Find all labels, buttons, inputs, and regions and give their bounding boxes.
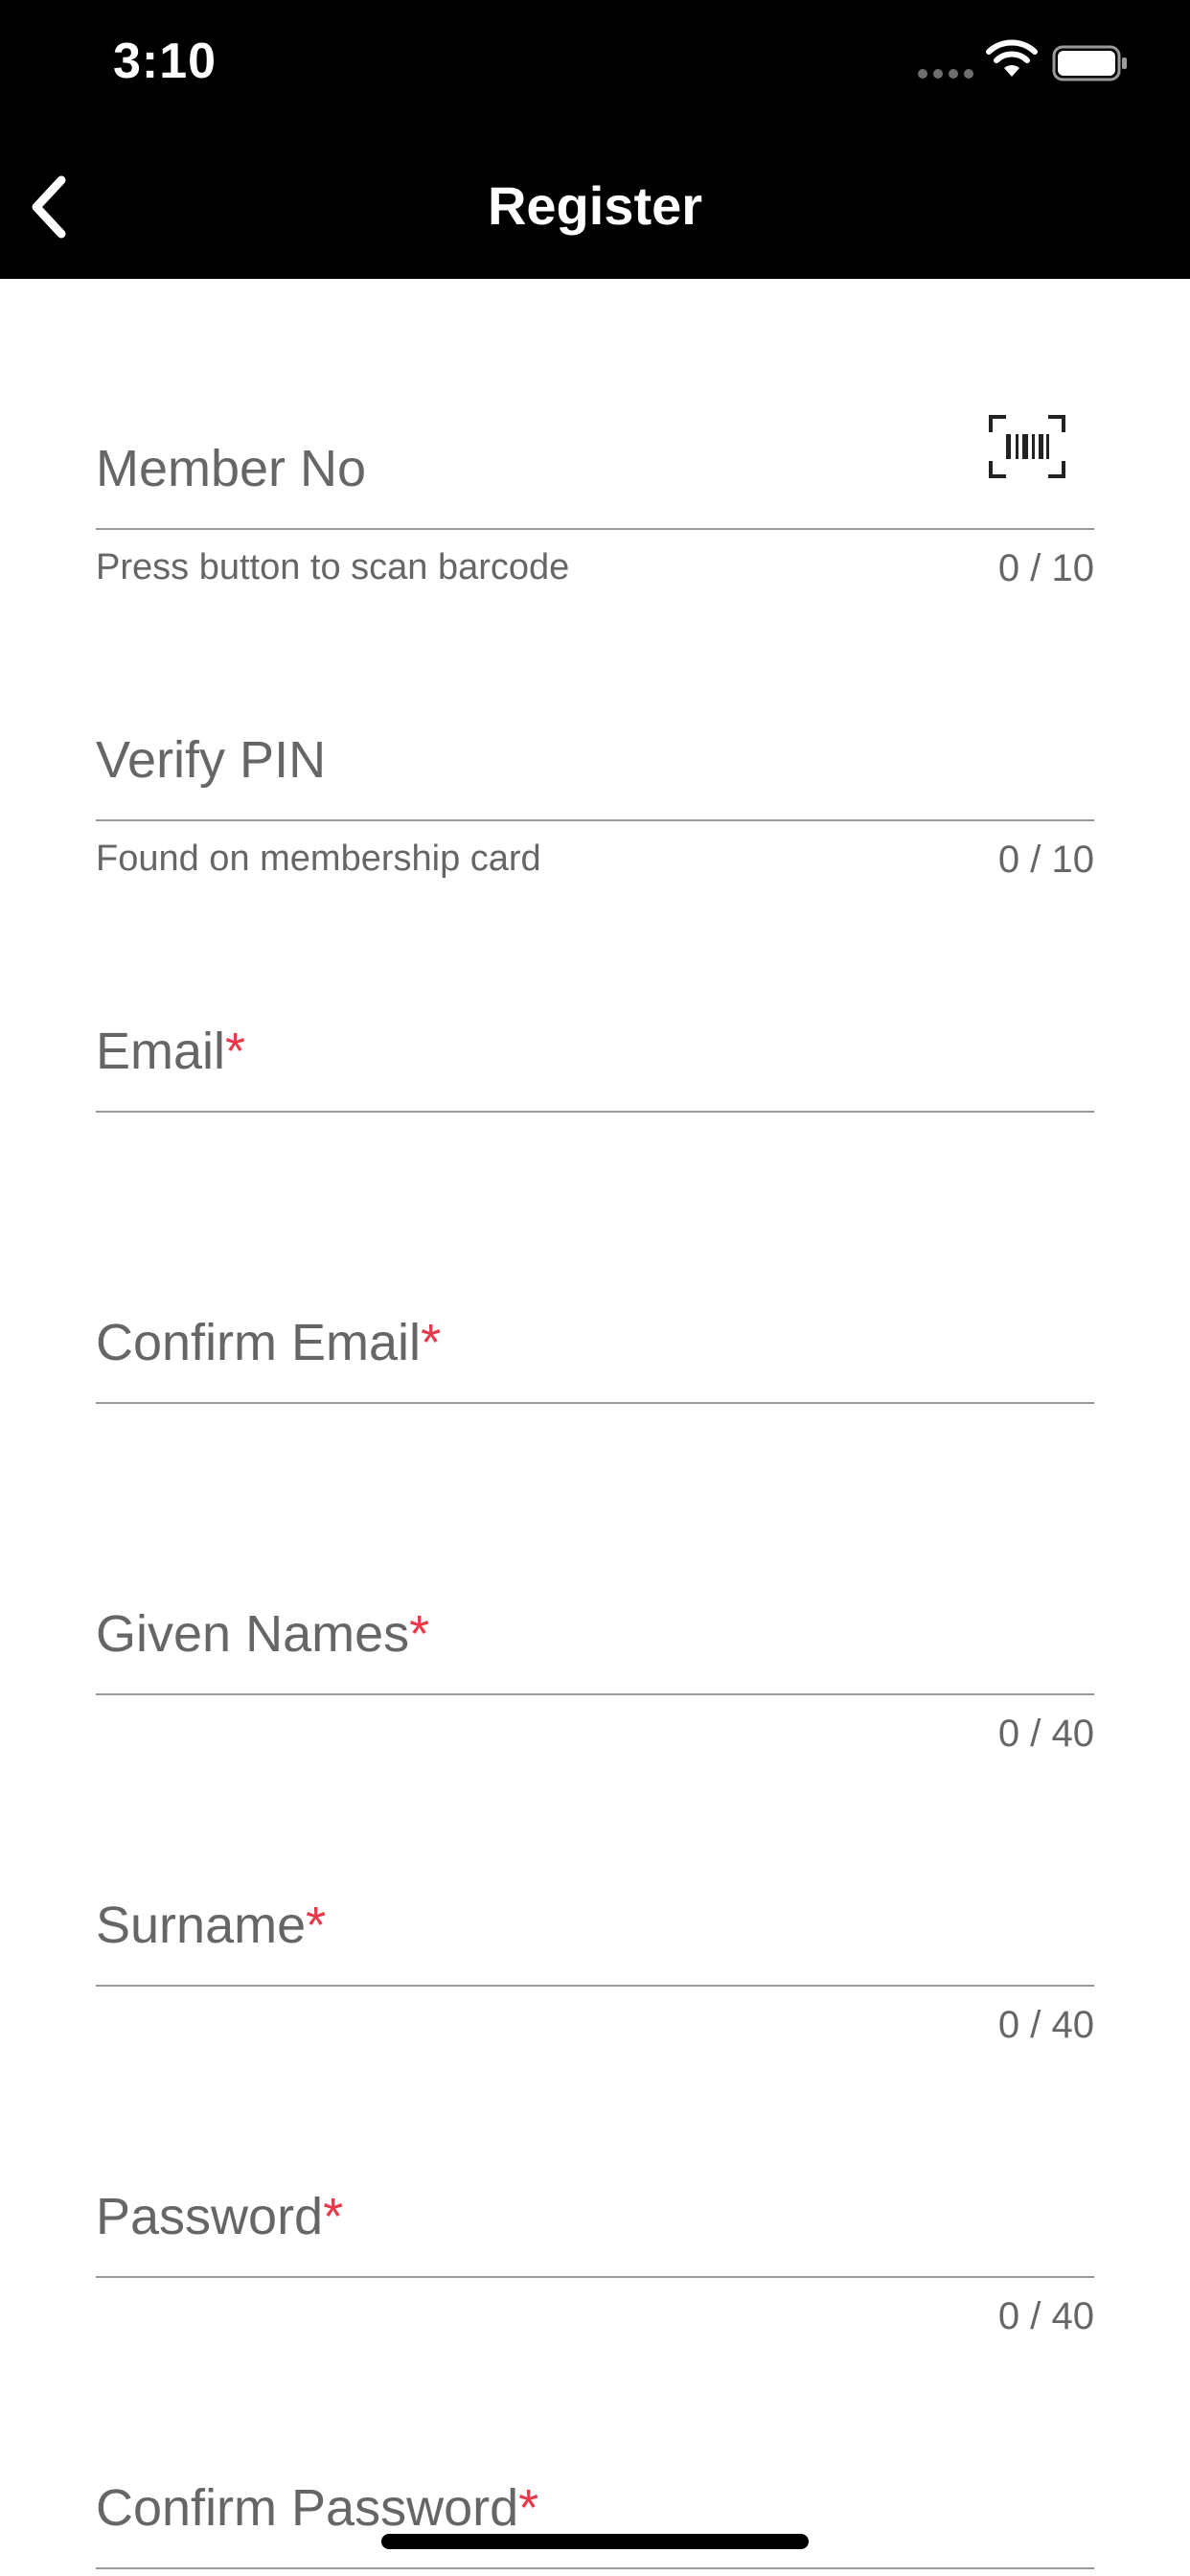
verify-pin-hint: Found on membership card [96, 839, 541, 879]
password-label-text: Password [96, 2188, 324, 2245]
password-label: Password* [96, 2186, 343, 2247]
surname-underline [96, 1985, 1094, 1987]
password-counter: 0 / 40 [997, 2295, 1094, 2337]
confirm-password-label: Confirm Password* [96, 2477, 538, 2539]
confirm-password-label-text: Confirm Password [96, 2479, 519, 2537]
required-mark: * [421, 1314, 442, 1371]
required-mark: * [409, 1605, 430, 1663]
surname-label: Surname* [96, 1895, 326, 1956]
member-no-label: Member No [96, 440, 367, 497]
member-no-underline [96, 528, 1094, 530]
confirm-email-label: Confirm Email* [96, 1312, 441, 1373]
confirm-password-underline [96, 2567, 1094, 2569]
verify-pin-counter: 0 / 10 [997, 839, 1094, 881]
barcode-scan-icon[interactable] [987, 413, 1067, 480]
navigation-bar: Register [0, 125, 1190, 279]
given-names-label: Given Names* [96, 1603, 429, 1665]
surname-counter: 0 / 40 [997, 2004, 1094, 2046]
verify-pin-underline [96, 819, 1094, 821]
required-mark: * [518, 2479, 539, 2537]
status-time: 3:10 [113, 34, 217, 89]
required-mark: * [306, 1897, 327, 1954]
home-indicator[interactable] [381, 2534, 809, 2549]
member-no-hint: Press button to scan barcode [96, 547, 570, 587]
cellular-signal-icon [918, 69, 973, 79]
verify-pin-label: Verify PIN [96, 731, 327, 789]
wifi-icon [986, 39, 1038, 77]
password-underline [96, 2276, 1094, 2278]
page-title: Register [487, 175, 703, 236]
surname-label-text: Surname [96, 1897, 307, 1954]
confirm-email-underline [96, 1402, 1094, 1404]
email-label: Email* [96, 1021, 245, 1082]
required-mark: * [225, 1023, 246, 1080]
status-bar: 3:10 [0, 0, 1190, 125]
email-label-text: Email [96, 1023, 226, 1080]
given-names-counter: 0 / 40 [997, 1713, 1094, 1755]
battery-icon [1052, 45, 1127, 81]
given-names-underline [96, 1693, 1094, 1695]
confirm-email-label-text: Confirm Email [96, 1314, 422, 1371]
email-underline [96, 1111, 1094, 1113]
given-names-label-text: Given Names [96, 1605, 410, 1663]
member-no-counter: 0 / 10 [997, 547, 1094, 589]
required-mark: * [323, 2188, 344, 2245]
